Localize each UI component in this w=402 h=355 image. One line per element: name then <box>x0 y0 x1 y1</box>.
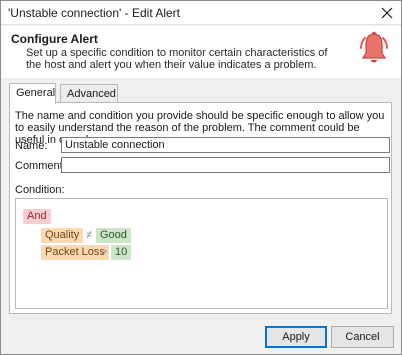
close-icon <box>381 7 393 19</box>
condition-value[interactable]: Good <box>96 228 131 243</box>
edit-alert-dialog: 'Unstable connection' - Edit Alert Confi… <box>0 0 402 355</box>
condition-and-group[interactable]: And <box>23 209 51 224</box>
bell-icon <box>360 31 388 63</box>
comment-field[interactable] <box>61 157 390 173</box>
condition-label: Condition: <box>15 184 65 196</box>
tab-advanced[interactable]: Advanced <box>60 84 118 103</box>
condition-operator[interactable]: > <box>101 245 107 260</box>
header-description: Set up a specific condition to monitor c… <box>26 47 328 71</box>
apply-button[interactable]: Apply <box>265 326 327 348</box>
name-field[interactable] <box>61 137 390 153</box>
condition-operator[interactable]: ≠ <box>86 228 92 243</box>
tab-general[interactable]: General <box>9 83 56 104</box>
title-bar: 'Unstable connection' - Edit Alert <box>1 1 401 25</box>
comment-label: Comment: <box>15 160 66 172</box>
condition-field-packet-loss[interactable]: Packet Loss <box>41 245 109 260</box>
close-button[interactable] <box>377 3 397 23</box>
name-label: Name: <box>15 140 48 152</box>
header-title: Configure Alert <box>11 32 98 46</box>
condition-editor[interactable]: And Quality ≠ Good Packet Loss > 10 <box>15 198 388 309</box>
condition-value[interactable]: 10 <box>111 245 132 260</box>
cancel-button[interactable]: Cancel <box>331 326 394 348</box>
window-title: 'Unstable connection' - Edit Alert <box>8 6 181 20</box>
condition-field-quality[interactable]: Quality <box>41 228 84 243</box>
dialog-header: Configure Alert Set up a specific condit… <box>1 26 401 78</box>
general-tab-panel: The name and condition you provide shoul… <box>9 102 392 314</box>
